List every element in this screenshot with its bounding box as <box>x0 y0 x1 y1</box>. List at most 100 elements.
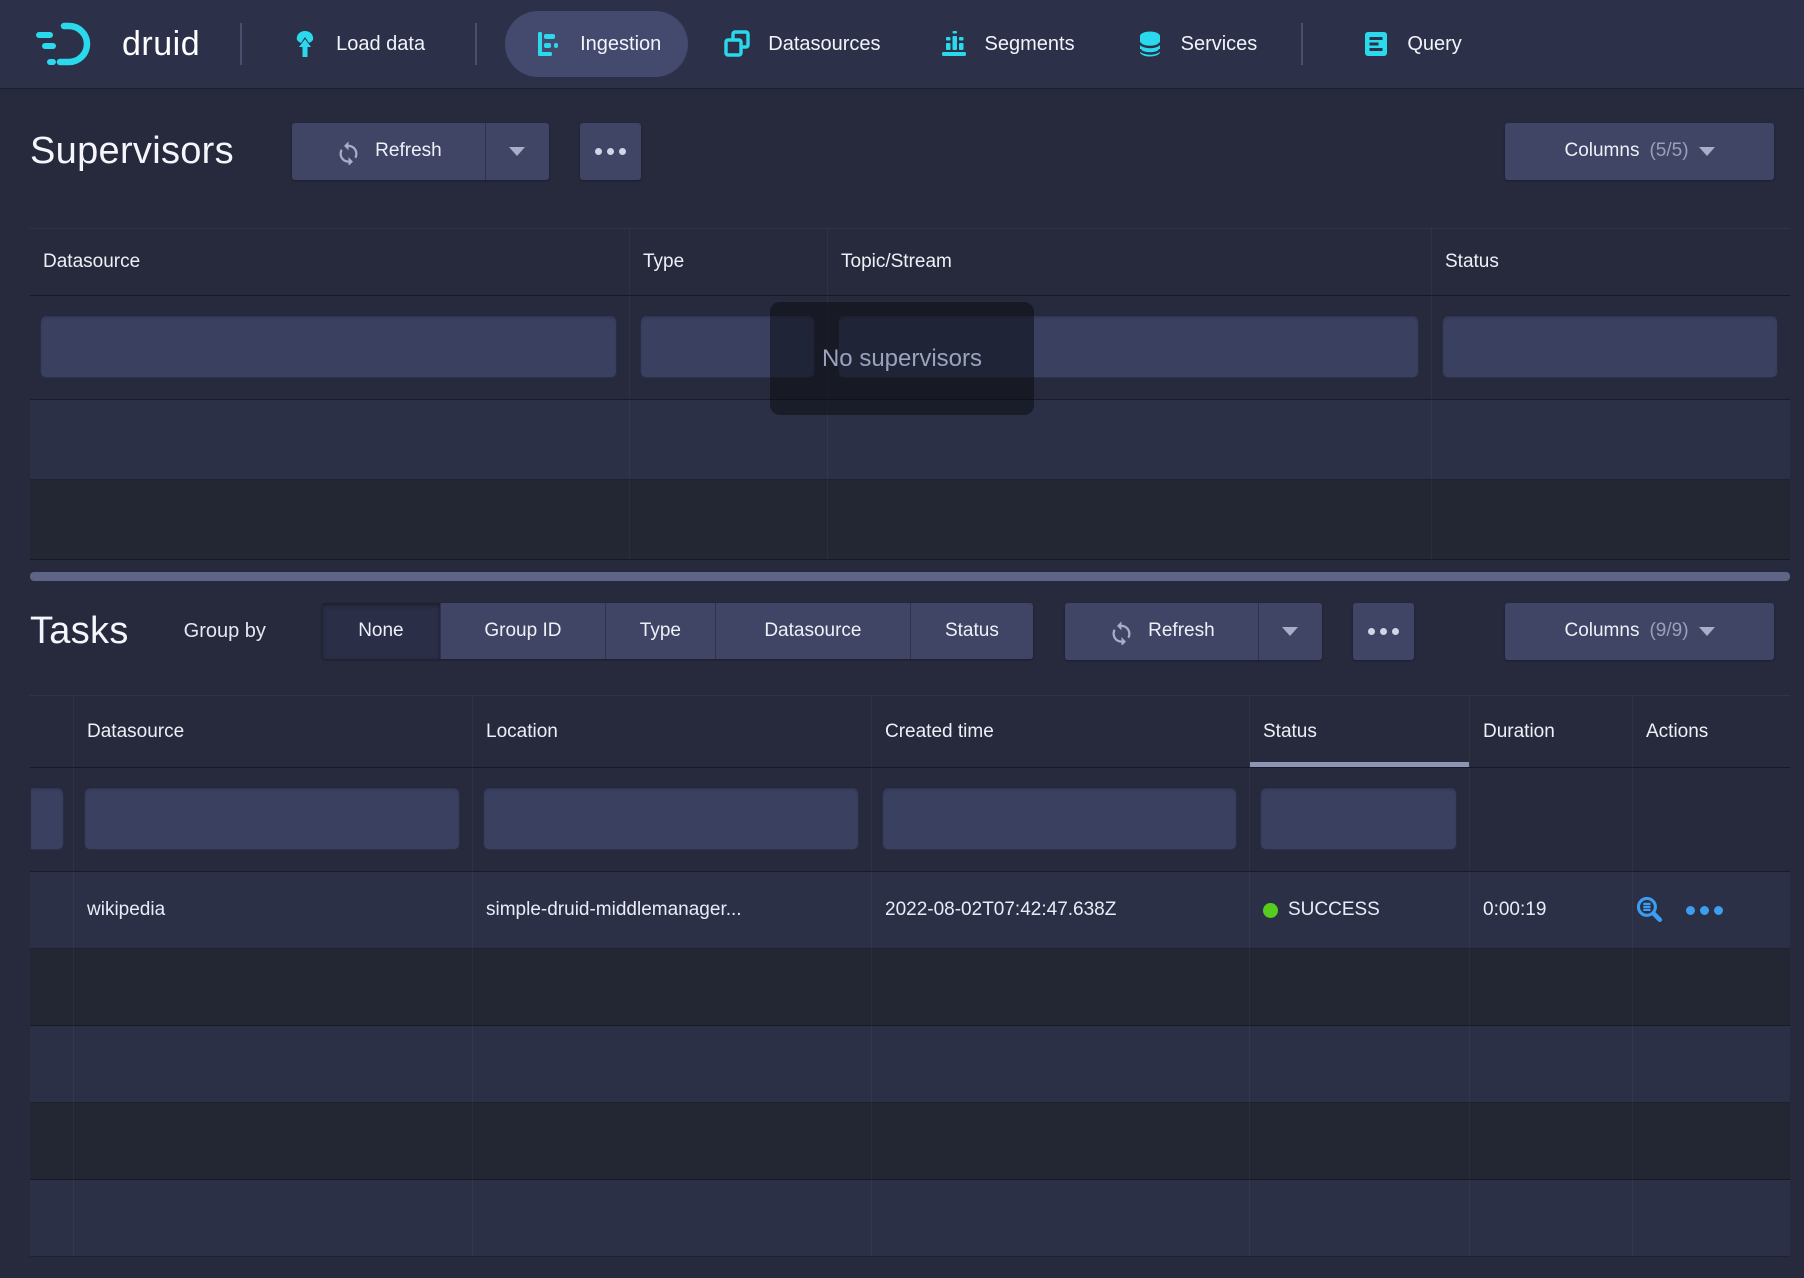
status-badge: SUCCESS <box>1288 899 1380 921</box>
empty-state-message: No supervisors <box>770 302 1034 415</box>
bar-chart-icon <box>937 27 971 61</box>
navbar-divider <box>475 23 477 65</box>
druid-console: druid Load data <box>0 0 1804 1278</box>
columns-count: (9/9) <box>1649 620 1688 642</box>
column-header-topic-stream[interactable]: Topic/Stream <box>828 229 1432 295</box>
column-header-type[interactable]: Type <box>630 229 828 295</box>
group-by-status-button[interactable]: Status <box>910 603 1033 659</box>
horizontal-scrollbar[interactable] <box>30 572 1790 581</box>
supervisors-columns-button[interactable]: Columns (5/5) <box>1505 123 1774 180</box>
nav-item-services[interactable]: Services <box>1133 27 1258 61</box>
layers-icon <box>720 27 754 61</box>
location-filter-input[interactable] <box>483 787 859 850</box>
task-datasource-cell: wikipedia <box>74 872 473 948</box>
upload-icon <box>288 27 322 61</box>
chevron-down-icon <box>1699 627 1715 636</box>
top-navbar: druid Load data <box>0 0 1804 88</box>
column-header-actions[interactable]: Actions <box>1633 696 1790 767</box>
group-by-group-id-button[interactable]: Group ID <box>440 603 605 659</box>
refresh-label: Refresh <box>1148 620 1215 642</box>
refresh-label: Refresh <box>375 140 442 162</box>
column-header-location[interactable]: Location <box>473 696 872 767</box>
console-icon <box>1359 27 1393 61</box>
column-header-status[interactable]: Status <box>1250 696 1470 767</box>
group-by-label: Group by <box>184 620 266 643</box>
status-filter-input[interactable] <box>1442 315 1778 378</box>
datasource-filter-input[interactable] <box>84 787 460 850</box>
group-by-datasource-button[interactable]: Datasource <box>715 603 910 659</box>
supervisors-table-header: Datasource Type Topic/Stream Status <box>30 228 1790 296</box>
supervisors-title: Supervisors <box>30 130 234 173</box>
task-details-button[interactable] <box>1633 894 1666 927</box>
chevron-down-icon <box>1699 147 1715 156</box>
nav-item-datasources[interactable]: Datasources <box>720 27 880 61</box>
table-row <box>30 949 1790 1026</box>
nav-item-label: Load data <box>336 33 425 56</box>
columns-label: Columns <box>1564 140 1639 162</box>
status-filter-input[interactable] <box>1260 787 1457 850</box>
tasks-columns-button[interactable]: Columns (9/9) <box>1505 603 1774 660</box>
tasks-filter-row <box>30 768 1790 872</box>
task-location-cell: simple-druid-middlemanager... <box>473 872 872 948</box>
supervisors-toolbar: Supervisors Refresh Columns (5/5) <box>30 122 1774 180</box>
task-duration-cell: 0:00:19 <box>1470 872 1633 948</box>
nav-item-label: Ingestion <box>580 33 661 56</box>
more-icon <box>595 148 602 155</box>
group-by-none-button[interactable]: None <box>322 603 440 659</box>
task-actions-cell <box>1633 872 1790 948</box>
more-icon <box>1368 628 1375 635</box>
supervisors-more-actions-button[interactable] <box>580 123 641 180</box>
druid-logo-icon <box>34 17 108 71</box>
nav-item-label: Datasources <box>768 33 880 56</box>
supervisors-refresh-split-button: Refresh <box>292 123 549 180</box>
tasks-toolbar: Tasks Group by None Group ID Type Dataso… <box>30 602 1774 660</box>
datasource-filter-input[interactable] <box>40 315 617 378</box>
status-success-dot <box>1263 903 1278 918</box>
gantt-chart-icon <box>532 27 566 61</box>
chevron-down-icon <box>1282 627 1298 636</box>
column-header-datasource[interactable]: Datasource <box>74 696 473 767</box>
tasks-refresh-split-button: Refresh <box>1065 603 1322 660</box>
brand[interactable]: druid <box>34 17 200 71</box>
task-row-wikipedia[interactable]: wikipedia simple-druid-middlemanager... … <box>30 872 1790 949</box>
columns-label: Columns <box>1564 620 1639 642</box>
refresh-icon <box>335 138 362 165</box>
brand-name: druid <box>122 25 200 64</box>
nav-item-load-data[interactable]: Load data <box>288 27 425 61</box>
chevron-down-icon <box>509 147 525 156</box>
tasks-table: Datasource Location Created time Status … <box>30 695 1790 1257</box>
created-time-filter-input[interactable] <box>882 787 1237 850</box>
task-status-cell: SUCCESS <box>1250 872 1470 948</box>
table-row <box>30 1103 1790 1180</box>
table-row <box>30 480 1790 560</box>
nav-item-label: Segments <box>985 33 1075 56</box>
nav-item-query[interactable]: Query <box>1359 27 1461 61</box>
table-row <box>30 1026 1790 1103</box>
column-header-blank <box>30 696 74 767</box>
columns-count: (5/5) <box>1649 140 1688 162</box>
tasks-more-actions-button[interactable] <box>1353 603 1414 660</box>
refresh-interval-dropdown-button[interactable] <box>485 123 549 180</box>
nav-item-label: Services <box>1181 33 1258 56</box>
nav-item-segments[interactable]: Segments <box>937 27 1075 61</box>
tasks-title: Tasks <box>30 610 129 653</box>
magnifier-details-icon <box>1633 894 1666 927</box>
navbar-divider <box>1301 23 1303 65</box>
tasks-table-header: Datasource Location Created time Status … <box>30 695 1790 768</box>
clipped-filter-input[interactable] <box>30 787 64 850</box>
refresh-interval-dropdown-button[interactable] <box>1258 603 1322 660</box>
task-created-time-cell: 2022-08-02T07:42:47.638Z <box>872 872 1250 948</box>
column-header-created-time[interactable]: Created time <box>872 696 1250 767</box>
column-header-duration[interactable]: Duration <box>1470 696 1633 767</box>
more-icon <box>1686 906 1695 915</box>
column-header-status[interactable]: Status <box>1432 229 1790 295</box>
nav-item-ingestion[interactable]: Ingestion <box>505 11 688 77</box>
table-row <box>30 1180 1790 1257</box>
database-icon <box>1133 27 1167 61</box>
refresh-button[interactable]: Refresh <box>1065 603 1258 660</box>
group-by-button-group: None Group ID Type Datasource Status <box>322 603 1033 659</box>
refresh-button[interactable]: Refresh <box>292 123 485 180</box>
task-more-actions-button[interactable] <box>1686 906 1723 915</box>
column-header-datasource[interactable]: Datasource <box>30 229 630 295</box>
group-by-type-button[interactable]: Type <box>605 603 715 659</box>
